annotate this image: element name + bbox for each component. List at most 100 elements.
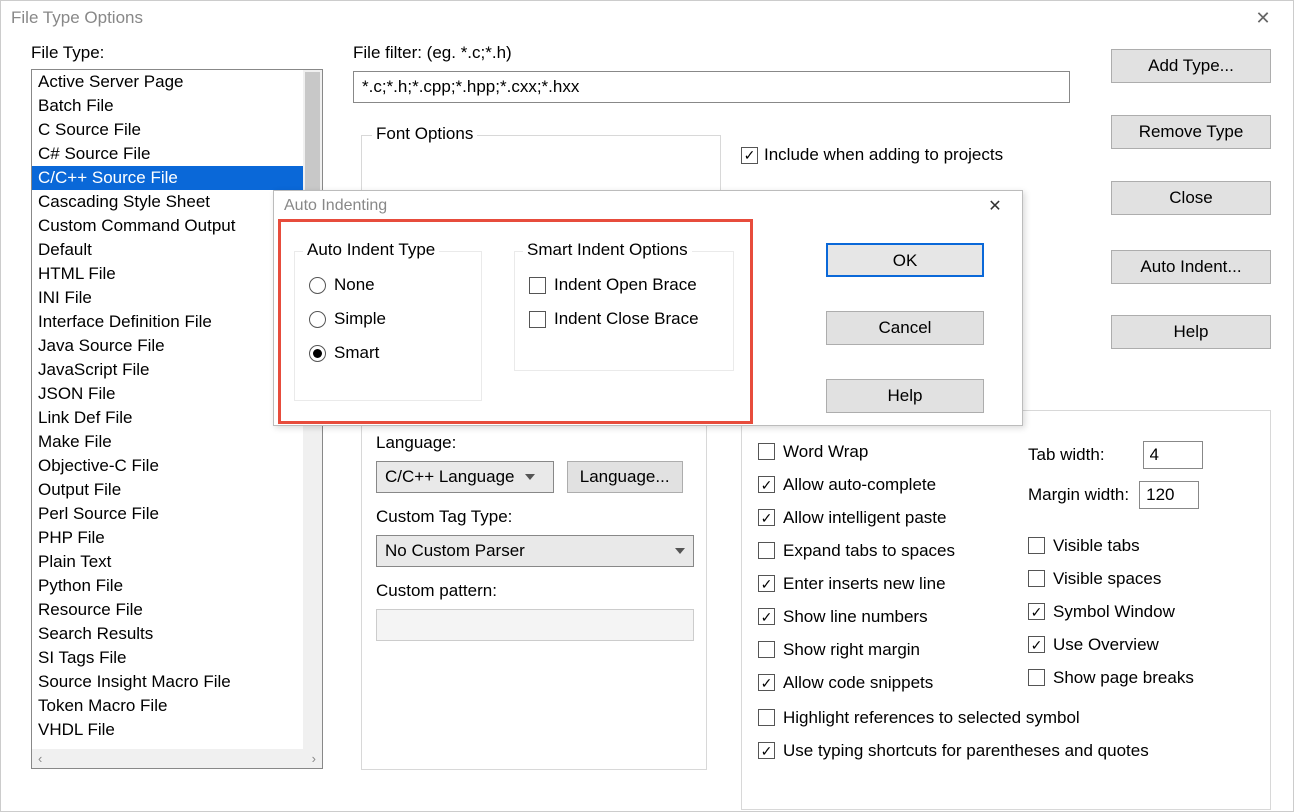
editing-option[interactable]: Allow auto-complete [758,468,1008,501]
scrollbar-horizontal[interactable]: ‹ › [32,749,322,768]
include-when-adding-check[interactable]: Include when adding to projects [741,145,1003,165]
checkbox-icon[interactable] [758,575,775,592]
checkbox-icon[interactable] [1028,570,1045,587]
list-item[interactable]: Interface Definition File [32,310,303,334]
list-item[interactable]: Link Def File [32,406,303,430]
editing-option[interactable]: Allow code snippets [758,666,1008,699]
margin-width-input[interactable] [1139,481,1199,509]
auto-indent-button[interactable]: Auto Indent... [1111,250,1271,284]
list-item[interactable]: Java Source File [32,334,303,358]
custom-tag-combo[interactable]: No Custom Parser [376,535,694,567]
font-options-legend: Font Options [372,124,477,144]
editing-options-group: Editing Options Word WrapAllow auto-comp… [741,410,1271,810]
radio-icon[interactable] [309,277,326,294]
smart-indent-check[interactable]: Indent Open Brace [515,268,733,302]
editing-option-label: Use typing shortcuts for parentheses and… [783,741,1149,761]
editing-option[interactable]: Visible tabs [1028,529,1258,562]
smart-indent-check[interactable]: Indent Close Brace [515,302,733,336]
editing-option[interactable]: Highlight references to selected symbol [758,701,1254,734]
cancel-button[interactable]: Cancel [826,311,984,345]
list-item[interactable]: Make File [32,430,303,454]
list-item[interactable]: Output File [32,478,303,502]
editing-option[interactable]: Allow intelligent paste [758,501,1008,534]
checkbox-icon[interactable] [758,443,775,460]
list-item[interactable]: C/C++ Source File [32,166,303,190]
file-filter-input[interactable] [353,71,1070,103]
list-item[interactable]: Token Macro File [32,694,303,718]
chevron-left-icon[interactable]: ‹ [38,751,42,766]
list-item[interactable]: Resource File [32,598,303,622]
list-item[interactable]: C Source File [32,118,303,142]
tab-width-input[interactable] [1143,441,1203,469]
editing-option[interactable]: Expand tabs to spaces [758,534,1008,567]
checkbox-icon[interactable] [1028,636,1045,653]
help-button[interactable]: Help [1111,315,1271,349]
editing-option[interactable]: Show line numbers [758,600,1008,633]
list-item[interactable]: Batch File [32,94,303,118]
list-item[interactable]: SI Tags File [32,646,303,670]
ok-button[interactable]: OK [826,243,984,277]
editing-option-label: Visible spaces [1053,569,1161,589]
list-item[interactable]: Objective-C File [32,454,303,478]
editing-option[interactable]: Show right margin [758,633,1008,666]
list-item[interactable]: Perl Source File [32,502,303,526]
auto-indent-radio[interactable]: None [295,268,481,302]
checkbox-icon[interactable] [758,674,775,691]
help-button[interactable]: Help [826,379,984,413]
checkbox-icon[interactable] [529,277,546,294]
list-item[interactable]: Default [32,238,303,262]
list-item[interactable]: Custom Command Output [32,214,303,238]
checkbox-icon[interactable] [758,709,775,726]
checkbox-icon[interactable] [741,147,758,164]
close-icon[interactable]: ✕ [978,196,1012,216]
editing-option[interactable]: Enter inserts new line [758,567,1008,600]
list-item[interactable]: INI File [32,286,303,310]
custom-tag-value: No Custom Parser [385,541,525,561]
language-combo[interactable]: C/C++ Language [376,461,554,493]
radio-icon[interactable] [309,311,326,328]
checkbox-icon[interactable] [758,641,775,658]
editing-option[interactable]: Visible spaces [1028,562,1258,595]
list-item[interactable]: Search Results [32,622,303,646]
editing-option[interactable]: Word Wrap [758,435,1008,468]
editing-option[interactable]: Use Overview [1028,628,1258,661]
list-item[interactable]: Python File [32,574,303,598]
list-item[interactable]: Plain Text [32,550,303,574]
close-icon[interactable]: ✕ [1243,8,1283,29]
editing-option[interactable]: Symbol Window [1028,595,1258,628]
checkbox-icon[interactable] [758,608,775,625]
list-item[interactable]: JSON File [32,382,303,406]
close-button[interactable]: Close [1111,181,1271,215]
language-button[interactable]: Language... [567,461,683,493]
list-item[interactable]: PHP File [32,526,303,550]
checkbox-icon[interactable] [1028,537,1045,554]
editing-option[interactable]: Show page breaks [1028,661,1258,694]
checkbox-icon[interactable] [758,476,775,493]
list-item[interactable]: Source Insight Macro File [32,670,303,694]
checkbox-icon[interactable] [758,542,775,559]
smart-indent-options-group: Smart Indent Options Indent Open BraceIn… [514,251,734,371]
add-type-button[interactable]: Add Type... [1111,49,1271,83]
editing-option[interactable]: Use typing shortcuts for parentheses and… [758,734,1254,767]
auto-indent-radio[interactable]: Smart [295,336,481,370]
margin-width-row: Margin width: [1028,475,1258,515]
list-item[interactable]: C# Source File [32,142,303,166]
checkbox-icon[interactable] [758,742,775,759]
auto-indent-radio[interactable]: Simple [295,302,481,336]
parsing-group: Parsing Language: C/C++ Language Languag… [361,410,707,770]
editing-option-label: Enter inserts new line [783,574,946,594]
radio-label: Simple [334,309,386,329]
chevron-right-icon[interactable]: › [312,751,316,766]
list-item[interactable]: HTML File [32,262,303,286]
checkbox-icon[interactable] [1028,603,1045,620]
list-item[interactable]: JavaScript File [32,358,303,382]
list-item[interactable]: Cascading Style Sheet [32,190,303,214]
checkbox-icon[interactable] [529,311,546,328]
checkbox-icon[interactable] [758,509,775,526]
list-item[interactable]: VHDL File [32,718,303,742]
auto-indenting-body: Auto Indent Type NoneSimpleSmart Smart I… [274,221,1022,425]
remove-type-button[interactable]: Remove Type [1111,115,1271,149]
list-item[interactable]: Active Server Page [32,70,303,94]
checkbox-icon[interactable] [1028,669,1045,686]
radio-icon[interactable] [309,345,326,362]
